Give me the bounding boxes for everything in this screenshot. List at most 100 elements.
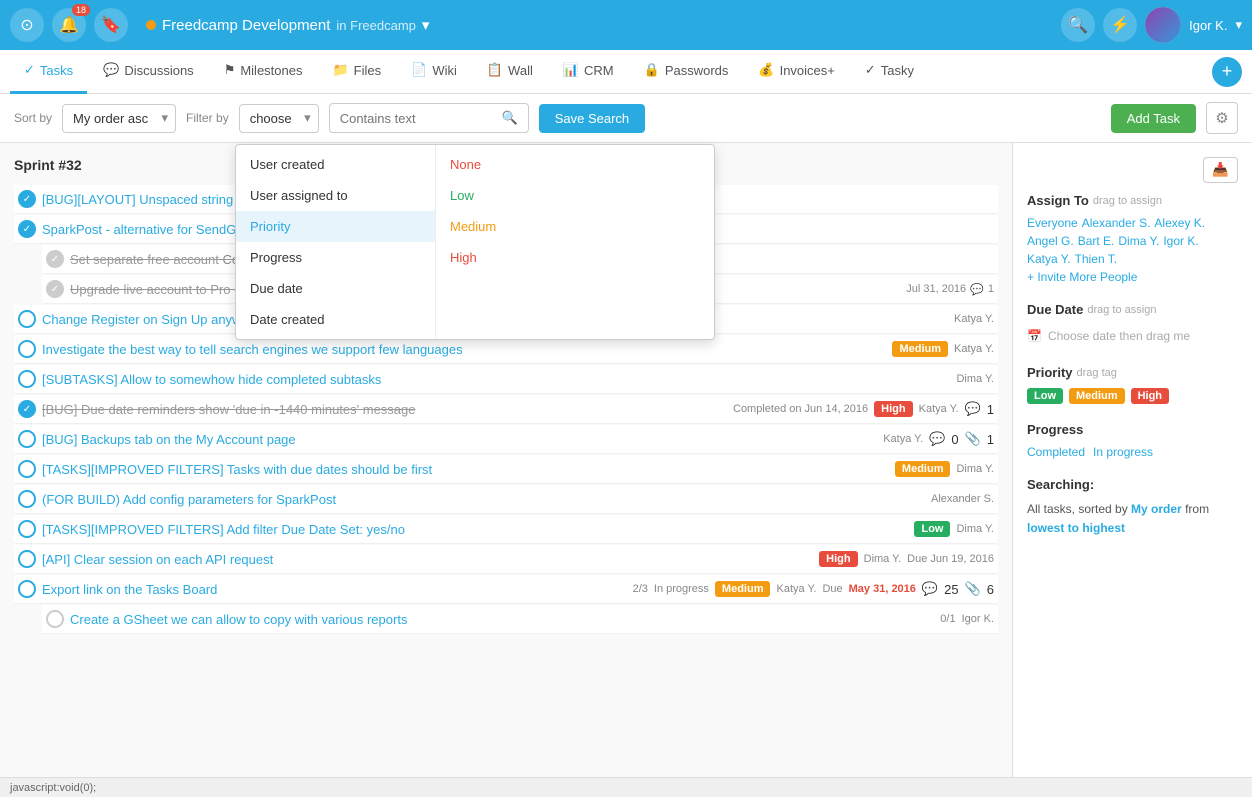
task-text[interactable]: Export link on the Tasks Board bbox=[42, 582, 627, 597]
task-checkbox[interactable] bbox=[18, 310, 36, 328]
save-search-button[interactable]: Save Search bbox=[539, 104, 645, 133]
filter-user-created[interactable]: User created bbox=[236, 149, 435, 180]
table-row[interactable]: Export link on the Tasks Board 2/3 In pr… bbox=[14, 575, 998, 604]
task-checkbox[interactable] bbox=[18, 340, 36, 358]
task-checkbox[interactable]: ✓ bbox=[46, 250, 64, 268]
calendar-icon: 📅 bbox=[1027, 329, 1042, 343]
searching-text: All tasks, sorted by My order from lowes… bbox=[1027, 500, 1238, 538]
task-checkbox[interactable] bbox=[18, 490, 36, 508]
comment-count: 0 bbox=[951, 432, 958, 447]
person-dima[interactable]: Dima Y. bbox=[1118, 234, 1159, 248]
task-checkbox[interactable]: ✓ bbox=[18, 190, 36, 208]
bookmark-button[interactable]: 🔖 bbox=[94, 8, 128, 42]
priority-badge: Medium bbox=[895, 461, 951, 477]
assign-section: Assign To drag to assign Everyone Alexan… bbox=[1027, 193, 1238, 284]
task-user: Katya Y. bbox=[954, 313, 994, 325]
dropdown-arrow-icon[interactable]: ▾ bbox=[422, 16, 430, 34]
person-bart[interactable]: Bart E. bbox=[1078, 234, 1115, 248]
task-checkbox[interactable]: ✓ bbox=[18, 400, 36, 418]
search-nav-button[interactable]: 🔍 bbox=[1061, 8, 1095, 42]
task-checkbox[interactable] bbox=[18, 430, 36, 448]
tab-tasks[interactable]: ✓ Tasks bbox=[10, 50, 87, 94]
tab-passwords[interactable]: 🔒 Passwords bbox=[630, 50, 743, 94]
task-text[interactable]: [BUG] Due date reminders show 'due in -1… bbox=[42, 402, 727, 417]
table-row[interactable]: [BUG] Backups tab on the My Account page… bbox=[14, 425, 998, 454]
nav-right: 🔍 ⚡ Igor K. ▾ bbox=[1061, 7, 1242, 43]
person-alexander[interactable]: Alexander S. bbox=[1082, 216, 1151, 230]
tab-wall[interactable]: 📋 Wall bbox=[473, 50, 547, 94]
task-text[interactable]: [BUG] Backups tab on the My Account page bbox=[42, 432, 877, 447]
table-row[interactable]: Create a GSheet we can allow to copy wit… bbox=[42, 605, 998, 634]
task-user: Alexander S. bbox=[931, 493, 994, 505]
task-text[interactable]: (FOR BUILD) Add config parameters for Sp… bbox=[42, 492, 925, 507]
avatar[interactable] bbox=[1145, 7, 1181, 43]
person-igor[interactable]: Igor K. bbox=[1163, 234, 1198, 248]
person-alexey[interactable]: Alexey K. bbox=[1154, 216, 1205, 230]
task-checkbox[interactable] bbox=[46, 610, 64, 628]
filter-date-created[interactable]: Date created bbox=[236, 304, 435, 335]
task-checkbox[interactable] bbox=[18, 520, 36, 538]
task-text[interactable]: [TASKS][IMPROVED FILTERS] Tasks with due… bbox=[42, 462, 889, 477]
priority-medium-tag[interactable]: Medium bbox=[1069, 388, 1125, 404]
task-checkbox[interactable] bbox=[18, 370, 36, 388]
task-text[interactable]: [TASKS][IMPROVED FILTERS] Add filter Due… bbox=[42, 522, 908, 537]
priority-high-tag[interactable]: High bbox=[1131, 388, 1169, 404]
filter-option-low[interactable]: Low bbox=[436, 180, 714, 211]
file-icon: 📎 bbox=[965, 581, 981, 597]
comment-count: 1 bbox=[988, 283, 994, 295]
task-text[interactable]: [API] Clear session on each API request bbox=[42, 552, 813, 567]
tab-wiki[interactable]: 📄 Wiki bbox=[397, 50, 471, 94]
table-row[interactable]: [SUBTASKS] Allow to somewhow hide comple… bbox=[14, 365, 998, 394]
add-tab-button[interactable]: + bbox=[1212, 57, 1242, 87]
task-text[interactable]: Create a GSheet we can allow to copy wit… bbox=[70, 612, 934, 627]
task-checkbox[interactable] bbox=[18, 580, 36, 598]
filter-user-assigned[interactable]: User assigned to bbox=[236, 180, 435, 211]
tab-tasky[interactable]: ✓ Tasky bbox=[851, 50, 928, 94]
tab-invoices[interactable]: 💰 Invoices+ bbox=[744, 50, 848, 94]
filter-priority[interactable]: Priority bbox=[236, 211, 435, 242]
progress-inprogress[interactable]: In progress bbox=[1093, 445, 1153, 459]
table-row[interactable]: (FOR BUILD) Add config parameters for Sp… bbox=[14, 485, 998, 514]
person-angel[interactable]: Angel G. bbox=[1027, 234, 1074, 248]
archive-button[interactable]: 📥 bbox=[1203, 157, 1238, 183]
home-icon: ⊙ bbox=[20, 15, 33, 35]
progress-completed[interactable]: Completed bbox=[1027, 445, 1085, 459]
invite-more-button[interactable]: + Invite More People bbox=[1027, 270, 1238, 284]
filter-select[interactable]: choose bbox=[239, 104, 319, 133]
right-panel: 📥 Assign To drag to assign Everyone Alex… bbox=[1012, 143, 1252, 777]
person-katya[interactable]: Katya Y. bbox=[1027, 252, 1071, 266]
table-row[interactable]: [TASKS][IMPROVED FILTERS] Add filter Due… bbox=[14, 515, 998, 544]
table-row[interactable]: [API] Clear session on each API request … bbox=[14, 545, 998, 574]
add-task-button[interactable]: Add Task bbox=[1111, 104, 1196, 133]
tab-discussions[interactable]: 💬 Discussions bbox=[89, 50, 208, 94]
home-button[interactable]: ⊙ bbox=[10, 8, 44, 42]
notifications-button[interactable]: 🔔 18 bbox=[52, 8, 86, 42]
date-placeholder[interactable]: 📅 Choose date then drag me bbox=[1027, 325, 1238, 347]
filter-option-none[interactable]: None bbox=[436, 149, 714, 180]
task-text[interactable]: Investigate the best way to tell search … bbox=[42, 342, 886, 357]
sort-select[interactable]: My order asc bbox=[62, 104, 176, 133]
task-checkbox[interactable]: ✓ bbox=[46, 280, 64, 298]
lightning-button[interactable]: ⚡ bbox=[1103, 8, 1137, 42]
table-row[interactable]: ✓ [BUG] Due date reminders show 'due in … bbox=[14, 395, 998, 424]
task-checkbox[interactable] bbox=[18, 550, 36, 568]
priority-title-text: Priority bbox=[1027, 365, 1073, 380]
search-input[interactable] bbox=[340, 111, 497, 126]
task-checkbox[interactable] bbox=[18, 460, 36, 478]
user-dropdown-icon[interactable]: ▾ bbox=[1235, 17, 1242, 33]
task-checkbox[interactable]: ✓ bbox=[18, 220, 36, 238]
priority-low-tag[interactable]: Low bbox=[1027, 388, 1063, 404]
filter-due-date[interactable]: Due date bbox=[236, 273, 435, 304]
filter-option-medium[interactable]: Medium bbox=[436, 211, 714, 242]
filter-progress[interactable]: Progress bbox=[236, 242, 435, 273]
tab-files[interactable]: 📁 Files bbox=[318, 50, 395, 94]
tab-crm[interactable]: 📊 CRM bbox=[549, 50, 628, 94]
table-row[interactable]: [TASKS][IMPROVED FILTERS] Tasks with due… bbox=[14, 455, 998, 484]
task-text[interactable]: [SUBTASKS] Allow to somewhow hide comple… bbox=[42, 372, 950, 387]
tab-milestones[interactable]: ⚑ Milestones bbox=[210, 50, 317, 94]
file-icon: 📎 bbox=[965, 431, 981, 447]
filter-option-high[interactable]: High bbox=[436, 242, 714, 273]
person-everyone[interactable]: Everyone bbox=[1027, 216, 1078, 230]
person-thien[interactable]: Thien T. bbox=[1075, 252, 1117, 266]
settings-button[interactable]: ⚙ bbox=[1206, 102, 1238, 134]
